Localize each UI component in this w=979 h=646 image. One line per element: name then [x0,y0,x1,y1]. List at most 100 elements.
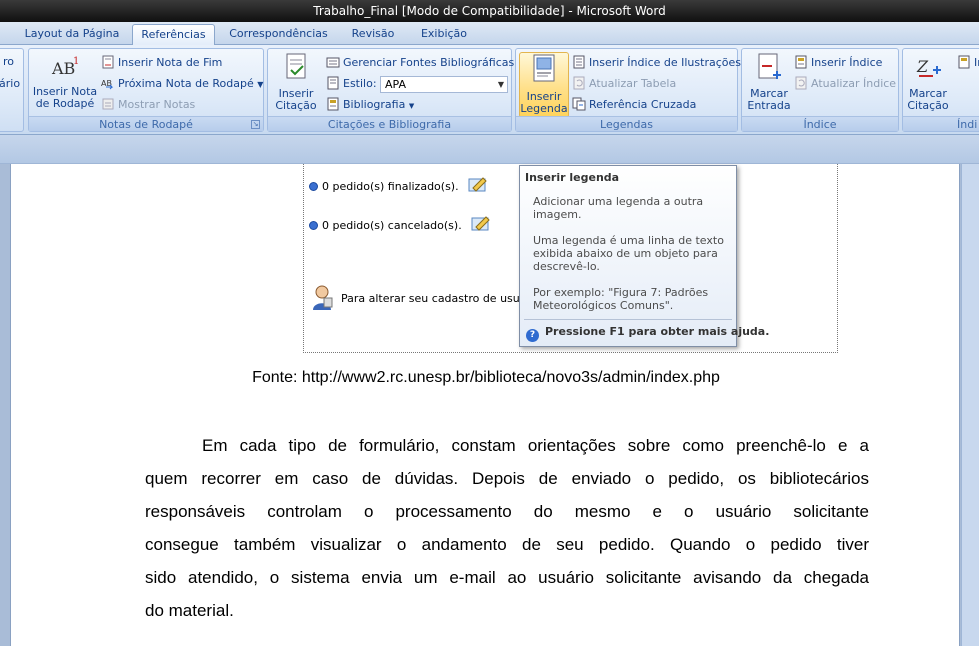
paragraph-line: Em cada tipo de formulário, constam orie… [202,436,869,455]
mark-citation-icon: Z [906,52,950,85]
window-title: Trabalho_Final [Modo de Compatibilidade]… [313,4,666,18]
figure-line-2: 0 pedido(s) cancelado(s). [322,219,462,232]
index-group: Marcar Entrada Inserir Índice Atualizar … [741,48,899,132]
bibliography-icon [326,97,340,111]
partial-right-group-label: Índi [903,116,979,131]
document-page[interactable]: 0 pedido(s) finalizado(s). 0 pedido(s) c… [10,164,960,646]
partial-right-item-label: In [974,56,979,69]
svg-text:Z: Z [916,57,929,76]
partial-group-right: Z Marcar Citação In Índi [902,48,979,132]
tab-page-layout[interactable]: Layout da Página [18,24,126,45]
endnote-icon [101,55,115,69]
update-table-button[interactable]: Atualizar Tabela [572,75,676,93]
insert-index-button[interactable]: Inserir Índice [794,54,882,72]
ribbon: ro ário AB 1 Inserir Nota de Rodapé Inse… [0,45,979,135]
edit-icon [471,215,491,235]
mark-entry-icon [745,52,793,85]
style-row: Estilo: [326,75,377,93]
insert-index-icon [794,55,808,69]
show-notes-button[interactable]: Mostrar Notas [101,96,195,114]
bullet-icon [309,221,318,230]
insert-citation-button[interactable]: Inserir Citação ▼ [271,52,321,123]
update-index-icon [794,76,808,90]
table-of-figures-icon [572,55,586,69]
manage-sources-label: Gerenciar Fontes Bibliográficas [343,56,515,69]
chevron-down-icon: ▼ [257,80,264,89]
dialog-launcher-icon[interactable]: ↘ [251,120,260,129]
style-icon [326,76,340,90]
tab-references[interactable]: Referências [132,24,215,45]
update-table-icon [572,76,586,90]
paragraph-line: consegue também visualizar o andamento d… [145,535,869,554]
partial-right-item[interactable]: In [957,54,979,72]
figure-line-cancelled: 0 pedido(s) cancelado(s). [309,215,491,235]
footnote-icon: AB 1 [32,52,98,83]
insert-table-of-figures-button[interactable]: Inserir Índice de Ilustrações [572,54,741,72]
partial-group-left: ro ário [0,48,24,132]
paragraph-line: quem recorrer em caso de dúvidas. Depois… [145,469,869,488]
next-footnote-icon: AB [101,76,115,90]
figure-line-profile: Para alterar seu cadastro de usu [311,284,520,313]
bullet-icon [309,182,318,191]
insert-endnote-button[interactable]: Inserir Nota de Fim [101,54,222,72]
citations-group-label: Citações e Bibliografia [268,116,511,131]
insert-endnote-label: Inserir Nota de Fim [118,56,223,69]
update-index-button[interactable]: Atualizar Índice [794,75,896,93]
citation-icon [271,52,321,85]
tab-mailings[interactable]: Correspondências [221,24,336,45]
next-footnote-button[interactable]: AB Próxima Nota de Rodapé ▼ [101,75,263,93]
tooltip-help: ? Pressione F1 para obter mais ajuda. [526,325,769,342]
paragraph-line: sido atendido, o sistema envia um e-mail… [145,568,869,587]
insert-index-label: Inserir Índice [811,56,883,69]
mark-citation-button[interactable]: Z Marcar Citação [906,52,950,116]
manage-sources-icon [326,55,340,69]
cross-reference-label: Referência Cruzada [589,98,697,111]
style-select[interactable]: APA ▼ [380,76,508,93]
ruler-area [0,135,979,164]
tooltip-description-2: Uma legenda é uma linha de texto exibida… [533,234,724,273]
tab-review[interactable]: Revisão [343,24,403,45]
chevron-down-icon: ▼ [408,102,415,110]
chevron-down-icon: ▼ [497,80,504,89]
svg-text:AB: AB [51,59,75,78]
captions-group-label: Legendas [516,116,737,131]
vertical-scrollbar[interactable] [961,164,979,646]
insert-table-of-figures-label: Inserir Índice de Ilustrações [589,56,741,69]
citations-group: Inserir Citação ▼ Gerenciar Fontes Bibli… [267,48,514,132]
insert-footnote-label-2: de Rodapé [35,97,95,110]
tooltip-title: Inserir legenda [525,171,620,184]
show-notes-icon [101,97,115,111]
insert-citation-label-2: Citação [275,99,317,112]
figure-caption: Fonte: http://www2.rc.unesp.br/bibliotec… [252,369,720,386]
bibliography-button[interactable]: Bibliografia ▼ [326,96,414,114]
mark-entry-label-2: Entrada [747,99,791,112]
paragraph-line: responsáveis controlam o processamento d… [145,502,869,521]
mark-entry-button[interactable]: Marcar Entrada [745,52,793,116]
style-label: Estilo: [343,77,377,90]
document-icon [957,55,971,69]
index-group-label: Índice [742,116,898,131]
cross-reference-icon [572,97,586,111]
partial-left-item-2[interactable]: ário [0,75,20,93]
figure-line-3: Para alterar seu cadastro de usu [341,292,520,305]
user-icon [311,284,333,313]
edit-icon [468,176,488,196]
next-footnote-label: Próxima Nota de Rodapé [118,77,254,90]
cross-reference-button[interactable]: Referência Cruzada [572,96,696,114]
ribbon-tabs: Layout da Página Referências Correspondê… [0,22,979,45]
insert-caption-tooltip: Inserir legenda Adicionar uma legenda a … [519,165,769,347]
captions-group: Inserir Legenda Inserir Índice de Ilustr… [515,48,741,132]
manage-sources-button[interactable]: Gerenciar Fontes Bibliográficas [326,54,514,72]
partial-left-item-1[interactable]: ro [3,53,14,71]
footnotes-group: AB 1 Inserir Nota de Rodapé Inserir Nota… [28,48,264,132]
figure-line-finalized: 0 pedido(s) finalizado(s). [309,176,488,196]
footnotes-group-label: Notas de Rodapé [29,116,263,131]
show-notes-label: Mostrar Notas [118,98,196,111]
insert-caption-button[interactable]: Inserir Legenda [519,52,569,118]
tab-view[interactable]: Exibição [412,24,476,45]
tooltip-description-1: Adicionar uma legenda a outra imagem. [533,195,704,221]
insert-footnote-button[interactable]: AB 1 Inserir Nota de Rodapé [32,52,98,116]
figure-line-1: 0 pedido(s) finalizado(s). [322,180,459,193]
update-table-label: Atualizar Tabela [589,77,677,90]
insert-caption-label-2: Legenda [520,102,568,115]
